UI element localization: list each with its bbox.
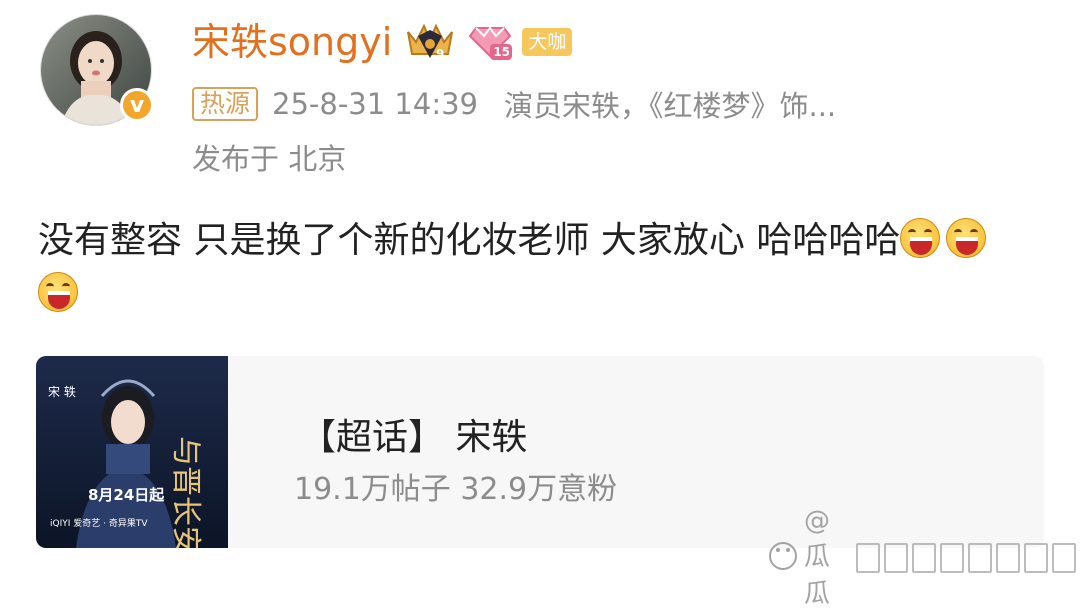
topic-stats: 19.1万帖子 32.9万意粉: [294, 472, 618, 507]
topic-title[interactable]: 【超话】 宋轶: [300, 408, 527, 460]
crown-icon[interactable]: 9: [402, 18, 458, 66]
du-logo-icon: [768, 541, 798, 575]
username-link[interactable]: 宋轶songyi: [192, 23, 392, 61]
svg-text:9: 9: [436, 47, 444, 61]
hot-source-tag[interactable]: 热源: [192, 87, 259, 121]
watermark-text: @瓜瓜: [804, 506, 831, 609]
laugh-emoji-icon: [38, 272, 78, 312]
poster-date: 8月24日起: [88, 486, 165, 504]
watermark-obscured: [856, 543, 1080, 573]
post-time[interactable]: 25-8-31 14:39: [272, 87, 478, 121]
post-text: 没有整容 只是换了个新的化妆老师 大家放心 哈哈哈哈: [38, 220, 901, 261]
poster-name: 宋 轶: [48, 384, 76, 399]
post-location: 发布于 北京: [192, 142, 347, 176]
super-topic-card[interactable]: 与晋长安 8月24日起 iQIYI 爱奇艺 · 奇异果TV 宋 轶 【超话】 宋…: [36, 356, 1044, 548]
post-meta: 热源 25-8-31 14:39 演员宋轶，《红楼梦》饰...: [192, 86, 837, 123]
watermark: @瓜瓜: [768, 506, 1080, 609]
poster-image: 与晋长安 8月24日起 iQIYI 爱奇艺 · 奇异果TV 宋 轶: [36, 356, 228, 548]
avatar-container[interactable]: v: [40, 14, 154, 126]
verified-badge: v: [120, 88, 154, 122]
daka-badge[interactable]: 大咖: [522, 27, 573, 57]
post-body: 没有整容 只是换了个新的化妆老师 大家放心 哈哈哈哈: [38, 214, 1038, 322]
laugh-emoji-icon: [946, 218, 987, 258]
user-description: 演员宋轶，《红楼梦》饰...: [504, 89, 837, 123]
laugh-emoji-icon: [900, 218, 941, 258]
level-number: 15: [493, 45, 511, 59]
poster-title: 与晋长安: [168, 436, 203, 548]
poster-platform: iQIYI 爱奇艺 · 奇异果TV: [50, 517, 148, 529]
diamond-level-icon[interactable]: 15: [468, 18, 513, 66]
user-header: 宋轶songyi 9 15 大咖: [192, 14, 573, 70]
